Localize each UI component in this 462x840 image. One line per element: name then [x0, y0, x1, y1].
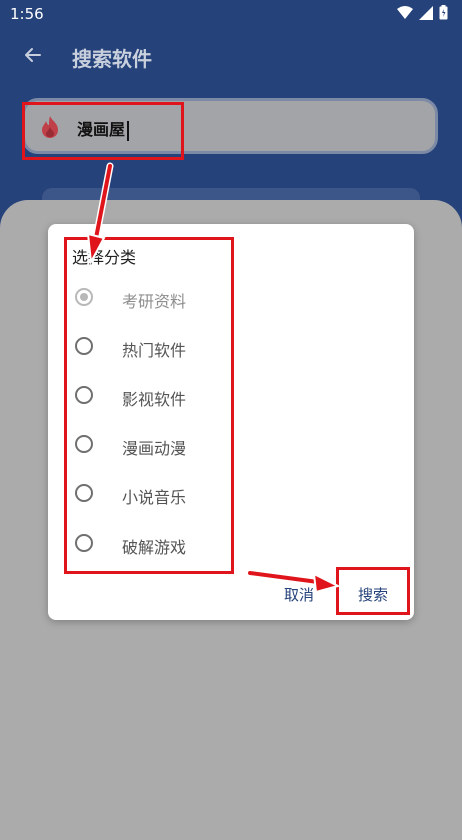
- annotation-arrows: [86, 162, 341, 594]
- annotation-arrow-shaft: [94, 164, 112, 240]
- annotation-arrow-head: [312, 572, 341, 594]
- annotation-arrow-head: [86, 232, 106, 266]
